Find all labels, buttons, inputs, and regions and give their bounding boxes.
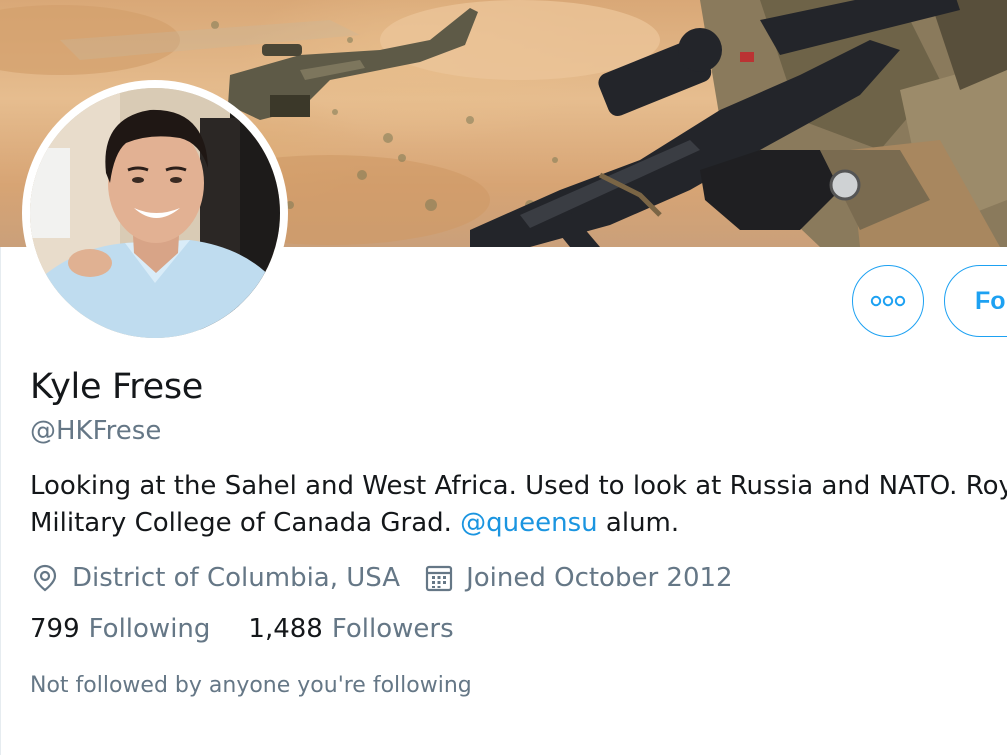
profile-joined-date: Joined October 2012 <box>466 563 733 593</box>
location-pin-icon <box>30 563 60 593</box>
bio-line-2: Military College of Canada Grad. @queens… <box>30 505 1007 542</box>
profile-handle[interactable]: @HKFrese <box>30 416 161 446</box>
profile-location: District of Columbia, USA <box>72 563 401 593</box>
more-options-button[interactable] <box>852 265 924 337</box>
bio-text: Military College of Canada Grad. <box>30 508 461 538</box>
bio-text-suffix: alum. <box>597 508 680 538</box>
calendar-icon <box>424 563 454 593</box>
profile-meta: District of Columbia, USA Joined October… <box>30 560 733 596</box>
followers-count: 1,488 <box>248 614 323 644</box>
not-followed-notice: Not followed by anyone you're following <box>30 673 472 698</box>
avatar[interactable] <box>30 88 280 338</box>
follow-button[interactable]: Follow <box>944 265 1007 337</box>
avatar-photo <box>30 88 280 338</box>
column-divider <box>0 247 1 755</box>
bio-mention-link[interactable]: @queensu <box>460 508 597 538</box>
following-link[interactable]: 799 Following <box>30 614 210 644</box>
profile-stats: 799 Following 1,488 Followers <box>30 614 454 644</box>
bio-line-1: Looking at the Sahel and West Africa. Us… <box>30 471 1007 501</box>
profile-bio: Looking at the Sahel and West Africa. Us… <box>30 468 1007 542</box>
follow-button-label: Follow <box>975 286 1007 315</box>
followers-label: Followers <box>331 614 454 644</box>
following-label: Following <box>88 614 211 644</box>
following-count: 799 <box>30 614 80 644</box>
followers-link[interactable]: 1,488 Followers <box>248 614 453 644</box>
profile-name[interactable]: Kyle Frese <box>30 367 203 407</box>
more-dots-icon <box>870 295 906 307</box>
